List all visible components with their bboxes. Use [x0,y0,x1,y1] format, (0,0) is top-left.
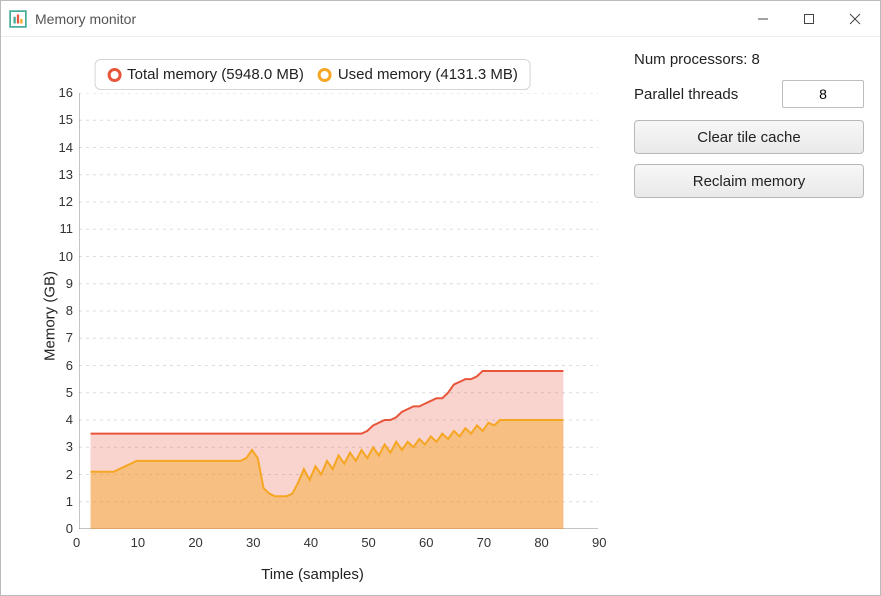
title-bar: Memory monitor [1,1,880,37]
y-tick: 11 [60,221,74,236]
y-tick: 15 [59,112,73,127]
plot-area [79,93,598,529]
minimize-button[interactable] [740,1,786,36]
chart-legend: Total memory (5948.0 MB) Used memory (41… [94,59,531,90]
maximize-button[interactable] [786,1,832,36]
x-tick: 80 [534,535,548,550]
legend-item-used: Used memory (4131.3 MB) [318,66,518,83]
y-tick: 1 [66,494,73,509]
chart-panel: Total memory (5948.0 MB) Used memory (41… [9,51,616,581]
x-tick: 10 [131,535,145,550]
num-processors-label: Num processors: 8 [634,51,760,68]
parallel-threads-label: Parallel threads [634,86,738,103]
legend-label-total: Total memory (5948.0 MB) [127,66,304,83]
legend-swatch-total [107,68,121,82]
y-tick: 14 [59,140,73,155]
parallel-threads-input[interactable] [782,80,864,108]
clear-tile-cache-button[interactable]: Clear tile cache [634,120,864,154]
y-tick: 16 [59,85,73,100]
y-tick: 6 [66,358,73,373]
x-tick: 70 [477,535,491,550]
parallel-threads-row: Parallel threads [634,80,864,108]
num-processors-row: Num processors: 8 [634,51,864,68]
x-tick: 50 [361,535,375,550]
legend-item-total: Total memory (5948.0 MB) [107,66,304,83]
y-tick: 12 [59,194,73,209]
y-tick: 8 [66,303,73,318]
y-tick: 10 [59,249,73,264]
y-tick: 3 [66,439,73,454]
y-tick: 5 [66,385,73,400]
side-panel: Num processors: 8 Parallel threads Clear… [616,51,864,581]
x-tick: 30 [246,535,260,550]
y-tick: 7 [66,330,73,345]
close-button[interactable] [832,1,878,36]
y-tick: 9 [66,276,73,291]
x-tick: 0 [73,535,80,550]
x-tick: 90 [592,535,606,550]
y-axis-label: Memory (GB) [42,271,59,361]
legend-swatch-used [318,68,332,82]
y-tick: 2 [66,467,73,482]
window-controls [740,1,878,36]
window-title: Memory monitor [35,11,136,27]
y-tick: 0 [66,521,73,536]
x-tick: 20 [188,535,202,550]
y-tick: 4 [66,412,73,427]
y-tick: 13 [59,167,73,182]
x-axis-label: Time (samples) [261,566,364,583]
x-tick: 60 [419,535,433,550]
x-tick: 40 [304,535,318,550]
legend-label-used: Used memory (4131.3 MB) [338,66,518,83]
app-icon [9,10,27,28]
reclaim-memory-button[interactable]: Reclaim memory [634,164,864,198]
